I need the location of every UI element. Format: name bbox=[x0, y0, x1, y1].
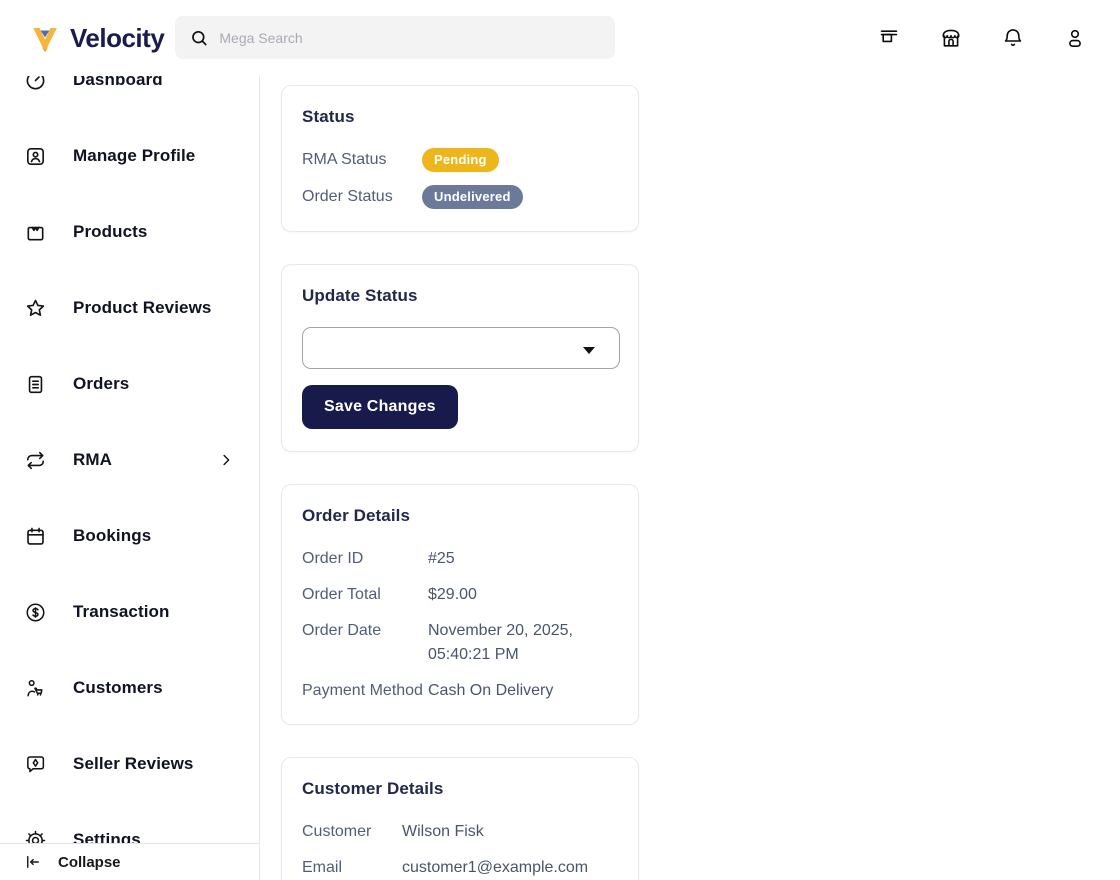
sidebar-item-product-reviews[interactable]: Product Reviews bbox=[0, 270, 259, 346]
top-header: Velocity bbox=[0, 0, 1120, 76]
sidebar-item-label: Settings bbox=[73, 830, 141, 843]
bell-icon[interactable] bbox=[1000, 25, 1026, 51]
collapse-label: Collapse bbox=[58, 853, 121, 871]
rma-status-badge: Pending bbox=[422, 148, 499, 172]
sidebar-item-label: Products bbox=[73, 222, 148, 241]
customer-details-card: Customer Details Customer Wilson Fisk Em… bbox=[281, 756, 639, 880]
order-status-badge: Undelivered bbox=[422, 185, 523, 209]
order-status-row: Order Status Undelivered bbox=[302, 185, 618, 209]
customer-details-title: Customer Details bbox=[302, 778, 444, 798]
order-details-title: Order Details bbox=[302, 506, 411, 525]
box-icon bbox=[24, 221, 47, 244]
payment-method-row: Payment Method Cash On Delivery bbox=[302, 679, 618, 702]
sidebar-item-customers[interactable]: Customers bbox=[0, 650, 259, 726]
chat-review-icon bbox=[24, 753, 47, 776]
sidebar-item-label: Product Reviews bbox=[73, 298, 212, 317]
main-content: Status RMA Status Pending Order Status U… bbox=[260, 76, 1120, 880]
dollar-circle-icon bbox=[24, 601, 47, 624]
gear-icon bbox=[24, 829, 47, 843]
order-date-label: Order Date bbox=[302, 622, 382, 640]
order-details-card: Order Details Order ID #25 Order Total $… bbox=[281, 484, 639, 725]
calendar-icon bbox=[24, 525, 47, 548]
order-total-value: $29.00 bbox=[428, 586, 477, 604]
customer-email-row: Email customer1@example.com bbox=[302, 856, 618, 879]
customer-name-row: Customer Wilson Fisk bbox=[302, 820, 618, 843]
sidebar-item-label: Manage Profile bbox=[73, 146, 196, 165]
sidebar-collapse-button[interactable]: Collapse bbox=[0, 843, 259, 880]
chevron-right-icon[interactable] bbox=[217, 451, 235, 469]
storefront-counter-icon[interactable] bbox=[876, 25, 902, 51]
swap-arrows-icon bbox=[24, 449, 47, 472]
sidebar-nav: Dashboard Manage Profile Products Produc… bbox=[0, 76, 259, 843]
sidebar-item-rma[interactable]: RMA bbox=[0, 422, 259, 498]
rma-status-row: RMA Status Pending bbox=[302, 148, 618, 172]
sidebar-item-label: Customers bbox=[73, 678, 163, 697]
order-id-label: Order ID bbox=[302, 550, 364, 567]
store-icon[interactable] bbox=[938, 25, 964, 51]
sidebar-item-transaction[interactable]: Transaction bbox=[0, 574, 259, 650]
user-icon[interactable] bbox=[1062, 25, 1088, 51]
payment-method-label: Payment Method bbox=[302, 681, 423, 699]
sidebar-item-label: Bookings bbox=[73, 526, 152, 545]
order-total-label: Order Total bbox=[302, 586, 381, 604]
order-date-row: Order Date November 20, 2025, 05:40:21 P… bbox=[302, 619, 618, 665]
order-status-label: Order Status bbox=[302, 188, 393, 206]
sidebar-item-manage-profile[interactable]: Manage Profile bbox=[0, 118, 259, 194]
sidebar-item-label: Dashboard bbox=[73, 76, 163, 89]
rma-status-label: RMA Status bbox=[302, 151, 387, 169]
sidebar-item-products[interactable]: Products bbox=[0, 194, 259, 270]
sidebar-item-bookings[interactable]: Bookings bbox=[0, 498, 259, 574]
update-status-card: Update Status Save Changes bbox=[281, 264, 639, 452]
sidebar-item-label: Orders bbox=[73, 374, 130, 393]
sidebar-item-settings[interactable]: Settings bbox=[0, 802, 259, 843]
customer-name-value: Wilson Fisk bbox=[402, 822, 484, 840]
person-cart-icon bbox=[24, 677, 47, 700]
update-status-title: Update Status bbox=[302, 286, 418, 305]
search-input[interactable] bbox=[219, 29, 601, 46]
sidebar-item-label: Transaction bbox=[73, 602, 170, 621]
id-card-icon bbox=[24, 145, 47, 168]
collapse-arrow-icon bbox=[24, 853, 42, 871]
sidebar-item-seller-reviews[interactable]: Seller Reviews bbox=[0, 726, 259, 802]
order-id-row: Order ID #25 bbox=[302, 547, 618, 570]
header-icon-group bbox=[876, 0, 1088, 76]
velocity-logo-icon bbox=[33, 28, 57, 52]
gauge-icon bbox=[24, 76, 47, 92]
order-date-value: November 20, 2025, 05:40:21 PM bbox=[428, 622, 573, 663]
status-card-title: Status bbox=[302, 107, 355, 126]
sidebar-item-orders[interactable]: Orders bbox=[0, 346, 259, 422]
order-id-link[interactable]: #25 bbox=[428, 547, 618, 570]
sidebar-item-label: Seller Reviews bbox=[73, 754, 194, 773]
status-select[interactable] bbox=[302, 327, 620, 369]
customer-email-value: customer1@example.com bbox=[402, 859, 589, 877]
save-changes-button[interactable]: Save Changes bbox=[302, 385, 458, 429]
order-total-row: Order Total $29.00 bbox=[302, 583, 618, 606]
sidebar: Dashboard Manage Profile Products Produc… bbox=[0, 76, 260, 880]
velocity-logo[interactable]: Velocity bbox=[28, 22, 165, 54]
payment-method-value: Cash On Delivery bbox=[428, 681, 554, 699]
search-icon bbox=[192, 30, 207, 45]
document-icon bbox=[24, 373, 47, 396]
sidebar-item-dashboard[interactable]: Dashboard bbox=[0, 76, 259, 118]
star-icon bbox=[24, 297, 47, 320]
sidebar-item-label: RMA bbox=[73, 450, 113, 469]
customer-email-label: Email bbox=[302, 859, 343, 877]
status-card: Status RMA Status Pending Order Status U… bbox=[281, 85, 639, 232]
mega-search-bar[interactable] bbox=[175, 16, 615, 59]
select-caret-icon bbox=[583, 347, 595, 354]
customer-name-label: Customer bbox=[302, 822, 372, 840]
logo-text: Velocity bbox=[70, 22, 165, 53]
